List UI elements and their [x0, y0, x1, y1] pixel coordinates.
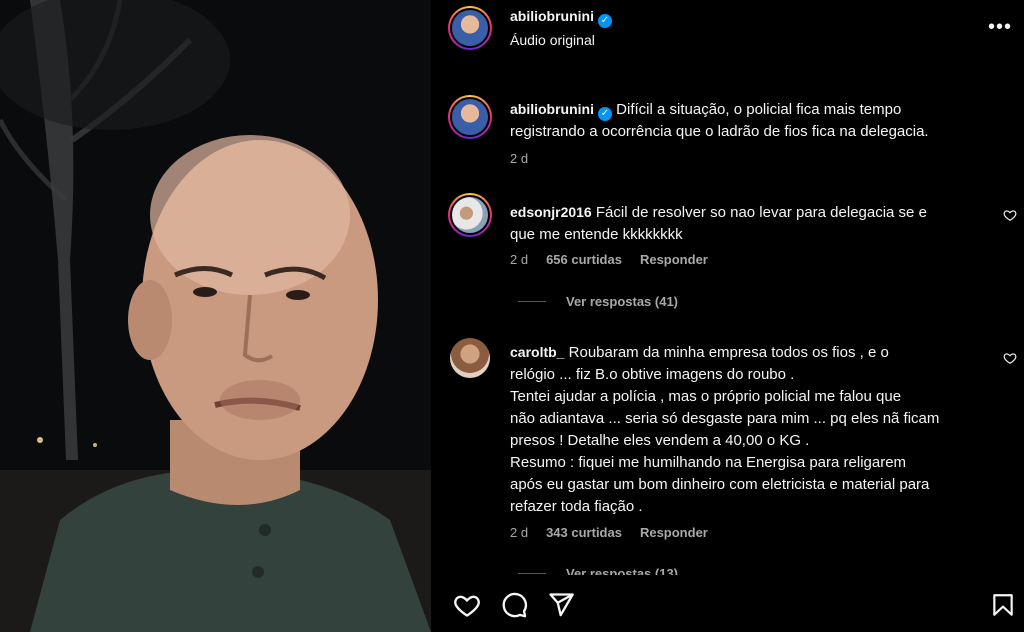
comment-line: relógio ... fiz B.o obtive imagens do ro… [510, 366, 795, 383]
video-frame-illustration [0, 0, 431, 632]
share-icon[interactable] [547, 591, 575, 619]
comments-scroll-area[interactable]: abiliobrunini ✓ Áudio original ••• abilio… [431, 0, 1024, 575]
comment-line: Fácil de resolver so nao levar para dele… [595, 204, 927, 221]
verified-badge-icon: ✓ [598, 107, 612, 121]
video-player[interactable] [0, 0, 431, 632]
reply-button[interactable]: Responder [640, 525, 708, 540]
comment-meta: 2 d 343 curtidas Responder [510, 525, 708, 540]
comment-like-heart-icon[interactable] [1003, 351, 1017, 365]
action-bar [431, 578, 1024, 632]
caption-text-line2: registrando a ocorrência que o ladrão de… [510, 123, 929, 140]
replies-divider [518, 301, 546, 302]
comment-body: caroltb_ Roubaram da minha empresa todos… [510, 341, 1010, 518]
reply-button[interactable]: Responder [640, 252, 708, 267]
comment-username[interactable]: caroltb_ [510, 344, 564, 360]
comment-line: Roubaram da minha empresa todos os fios … [568, 344, 889, 361]
comments-panel: abiliobrunini ✓ Áudio original ••• abilio… [431, 0, 1024, 632]
author-avatar[interactable] [448, 6, 492, 50]
comment-line: refazer toda fiação . [510, 498, 643, 515]
caption-text-line1: Difícil a situação, o policial fica mais… [616, 101, 902, 118]
comment-likes[interactable]: 656 curtidas [546, 252, 622, 267]
comment-meta: 2 d 656 curtidas Responder [510, 252, 708, 267]
comment-line: Resumo : fiquei me humilhando na Energis… [510, 454, 907, 471]
comment-line: presos ! Detalhe eles vendem a 40,00 o K… [510, 432, 810, 449]
comment-line: Tentei ajudar a polícia , mas o próprio … [510, 388, 902, 405]
comment-username[interactable]: edsonjr2016 [510, 204, 592, 220]
author-username[interactable]: abiliobrunini [510, 8, 594, 24]
comment-time: 2 d [510, 525, 529, 540]
comment-avatar[interactable] [448, 193, 492, 237]
caption-avatar[interactable] [448, 95, 492, 139]
bookmark-icon[interactable] [990, 591, 1016, 619]
view-replies-label[interactable]: Ver respostas (41) [566, 294, 678, 309]
more-options-icon[interactable]: ••• [988, 16, 1012, 39]
comment-body: edsonjr2016 Fácil de resolver so nao lev… [510, 201, 990, 246]
caption-username[interactable]: abiliobrunini [510, 101, 594, 117]
post-header: abiliobrunini ✓ Áudio original ••• [431, 0, 1024, 62]
comment-likes[interactable]: 343 curtidas [546, 525, 622, 540]
instagram-reel-view: abiliobrunini ✓ Áudio original ••• abilio… [0, 0, 1024, 632]
caption-meta: 2 d [510, 151, 528, 166]
caption-time: 2 d [510, 151, 529, 166]
view-replies-button[interactable]: Ver respostas (41) [518, 294, 678, 309]
audio-label[interactable]: Áudio original [510, 32, 595, 48]
comment-icon[interactable] [500, 591, 528, 619]
caption: abiliobrunini ✓ Difícil a situação, o pol… [510, 98, 1010, 143]
comment-line: não adiantava ... seria só desgaste para… [510, 410, 940, 427]
view-replies-button[interactable]: Ver respostas (13) [518, 566, 678, 575]
comment-line: após eu gastar um bom dinheiro com eletr… [510, 476, 930, 493]
comment-like-heart-icon[interactable] [1003, 208, 1017, 222]
comment-line: que me entende kkkkkkkk [510, 226, 683, 243]
comment-avatar[interactable] [450, 338, 494, 382]
replies-divider [518, 573, 546, 574]
heart-icon[interactable] [453, 591, 481, 619]
comment-time: 2 d [510, 252, 529, 267]
view-replies-label[interactable]: Ver respostas (13) [566, 566, 678, 575]
verified-badge-icon: ✓ [598, 14, 612, 28]
